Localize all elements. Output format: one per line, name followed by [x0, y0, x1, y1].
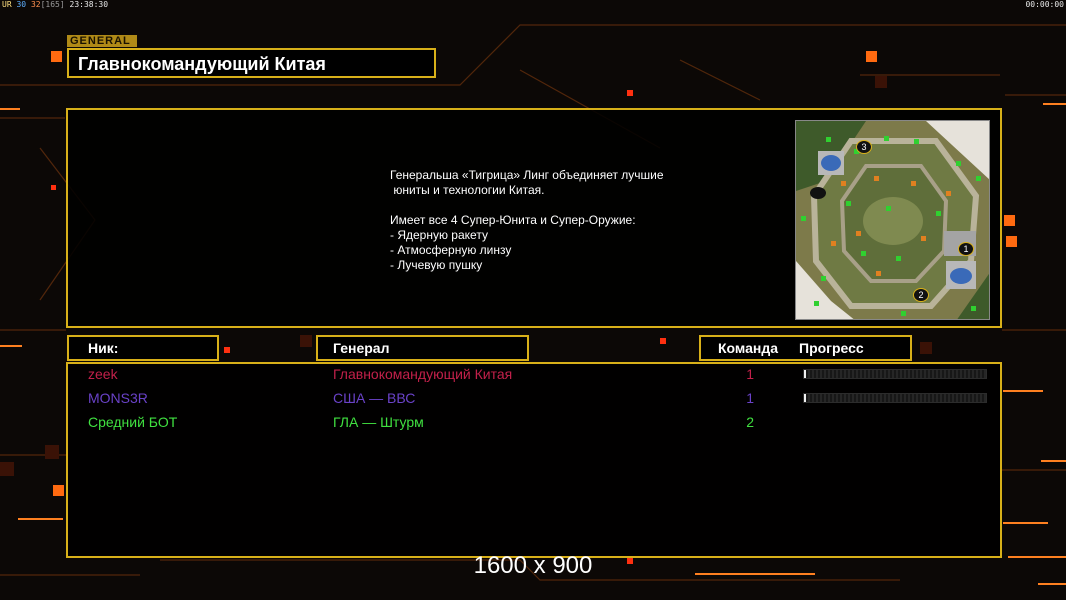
start-position-2: 2 — [913, 288, 929, 302]
progress-header: Прогресс — [799, 340, 864, 356]
player-nick: MONS3R — [88, 390, 148, 406]
clock-text: 23:38:30 — [69, 0, 109, 9]
player-progress-fill — [804, 394, 806, 402]
map-preview: 3 1 2 — [795, 120, 990, 320]
player-progress-bar — [803, 369, 987, 379]
nick-header: Ник: — [88, 340, 119, 356]
hud-stats: UR 30 32[165] 23:38:30 — [2, 0, 108, 10]
general-title-panel: Главнокомандующий Китая — [67, 48, 436, 78]
player-general: ГЛА — Штурм — [333, 414, 424, 430]
player-general: Главнокомандующий Китая — [333, 366, 513, 382]
fps-value-2: 32 — [30, 0, 41, 9]
general-description-panel: Генеральша «Тигрица» Линг объединяет луч… — [66, 108, 1002, 328]
player-progress-bar — [803, 393, 987, 403]
player-team: 1 — [746, 390, 754, 406]
player-team: 1 — [746, 366, 754, 382]
players-panel: zeek Главнокомандующий Китая 1 MONS3R СШ… — [66, 362, 1002, 558]
player-team: 2 — [746, 414, 754, 430]
general-description: Генеральша «Тигрица» Линг объединяет луч… — [390, 168, 664, 272]
ping-value: [165] — [40, 0, 65, 9]
player-nick: zeek — [88, 366, 118, 382]
general-title: Главнокомандующий Китая — [78, 54, 326, 74]
resolution-label: 1600 x 900 — [473, 552, 593, 579]
general-header: Генерал — [333, 340, 390, 356]
ur-label: UR — [2, 0, 12, 9]
player-general: США — ВВС — [333, 390, 416, 406]
team-header: Команда — [718, 340, 778, 356]
start-position-1: 1 — [958, 242, 974, 256]
general-tag: GENERAL — [67, 35, 137, 47]
start-position-3: 3 — [856, 140, 872, 154]
game-timer: 00:00:00 — [1025, 0, 1064, 9]
player-nick: Средний БОТ — [88, 414, 178, 430]
fps-value: 30 — [16, 0, 27, 9]
player-progress-fill — [804, 370, 806, 378]
